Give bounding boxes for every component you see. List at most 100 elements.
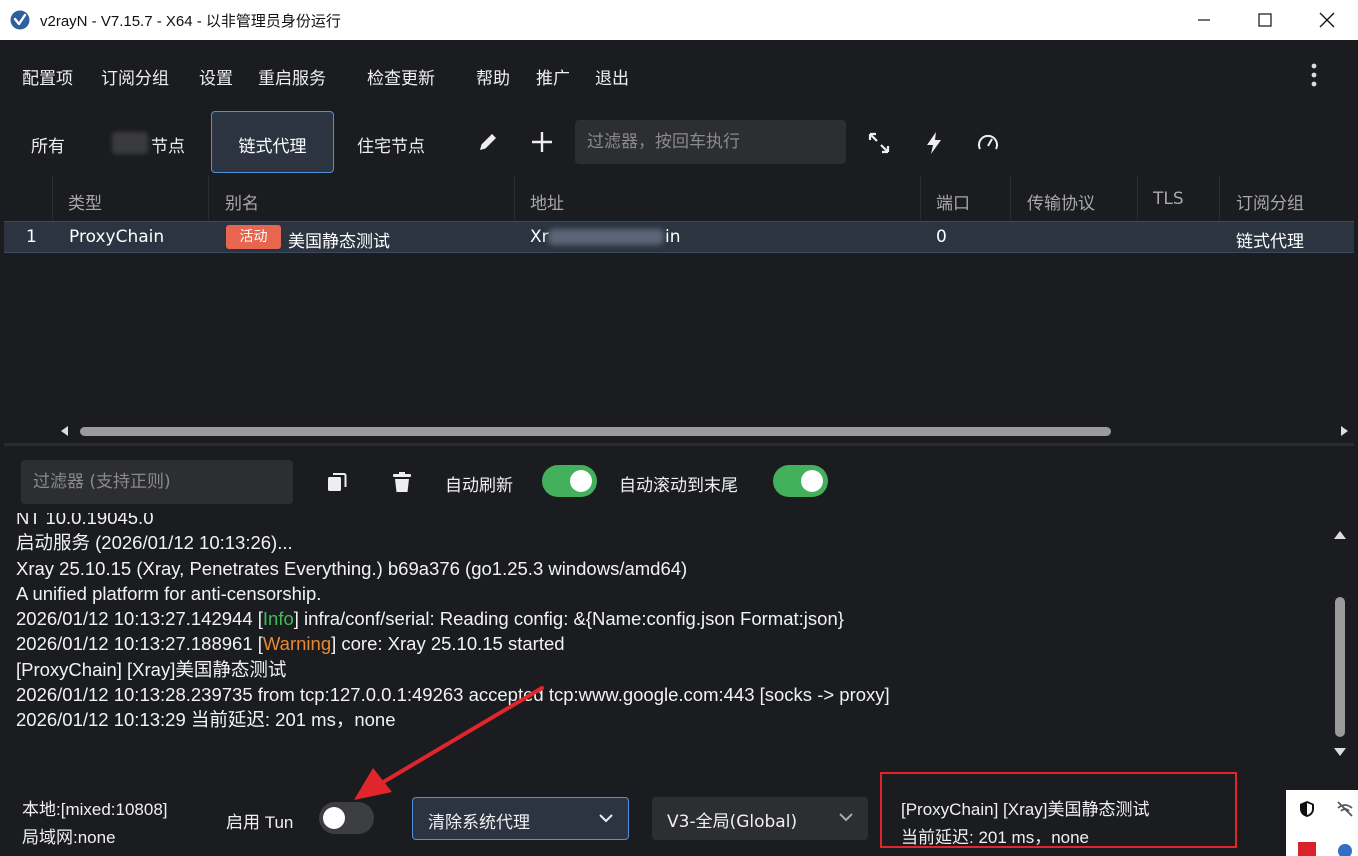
close-button[interactable]: [1296, 0, 1358, 40]
column-separator: [1137, 176, 1138, 220]
col-header-port[interactable]: 端口: [936, 189, 970, 214]
column-separator: [514, 176, 515, 220]
minimize-button[interactable]: [1173, 0, 1235, 40]
pencil-icon: [480, 134, 496, 150]
close-icon: [1319, 12, 1335, 28]
maximize-button[interactable]: [1234, 0, 1296, 40]
tun-label: 启用 Tun: [226, 813, 294, 832]
app-tray-icon[interactable]: [1298, 842, 1316, 856]
scroll-right-arrow-icon[interactable]: [1339, 426, 1349, 436]
add-group-button[interactable]: [528, 128, 556, 156]
log-text: 2026/01/12 10:13:27.188961 [: [16, 633, 263, 655]
current-server-status: [ProxyChain] [Xray]美国静态测试: [901, 800, 1150, 819]
collapse-button[interactable]: [864, 128, 894, 158]
scroll-left-arrow-icon[interactable]: [60, 426, 70, 436]
gauge-icon: [978, 134, 998, 150]
system-proxy-value: 清除系统代理: [428, 813, 530, 833]
menu-check-update[interactable]: 检查更新: [367, 64, 435, 89]
log-line: 2026/01/12 10:13:28.239735 from tcp:127.…: [16, 684, 890, 706]
edit-group-button[interactable]: [474, 128, 502, 156]
menu-help[interactable]: 帮助: [476, 64, 510, 89]
tab-chain-proxy-label: 链式代理: [238, 137, 307, 157]
system-proxy-select[interactable]: 清除系统代理: [412, 797, 629, 840]
log-line: A unified platform for anti-censorship.: [16, 582, 322, 604]
trash-icon: [393, 472, 411, 492]
network-disconnected-icon[interactable]: [1336, 800, 1354, 818]
copy-log-button[interactable]: [324, 469, 350, 495]
cell-port: 0: [936, 227, 947, 247]
log-text: ] core: Xray 25.10.15 started: [331, 633, 565, 655]
lan-status: 局域网:none: [22, 828, 116, 847]
col-header-address[interactable]: 地址: [530, 189, 564, 214]
v2rayn-tray-icon[interactable]: [1336, 842, 1354, 856]
scroll-up-arrow-icon[interactable]: [1334, 530, 1346, 540]
tab-chain-proxy[interactable]: 链式代理: [211, 111, 334, 173]
log-level-info: Info: [262, 608, 294, 630]
log-filter-input[interactable]: [21, 460, 293, 504]
log-line: 2026/01/12 10:13:27.188961 [Warning] cor…: [16, 631, 1326, 656]
log-line: 2026/01/12 10:13:27.142944 [Info] infra/…: [16, 606, 1326, 631]
cell-type: ProxyChain: [69, 227, 165, 247]
log-line: Xray 25.10.15 (Xray, Penetrates Everythi…: [16, 557, 688, 579]
toggle-knob: [801, 470, 823, 492]
chevron-down-icon: [839, 813, 853, 822]
col-header-alias[interactable]: 别名: [225, 189, 259, 214]
menu-subscription-groups[interactable]: 订阅分组: [101, 64, 169, 89]
tun-toggle[interactable]: [319, 802, 374, 834]
chevron-down-icon: [599, 814, 613, 823]
current-delay-status: 当前延迟: 201 ms，none: [901, 828, 1090, 847]
auto-scroll-label: 自动滚动到末尾: [619, 476, 738, 496]
cell-address-start: Xr: [530, 227, 549, 247]
log-level-warning: Warning: [262, 633, 332, 655]
menu-exit[interactable]: 退出: [595, 64, 629, 89]
tab-nodes[interactable]: 节点: [151, 132, 185, 157]
speedtest-button[interactable]: [920, 128, 948, 158]
log-line: 2026/01/12 10:13:29 当前延迟: 201 ms，none: [16, 709, 396, 731]
redacted-text: [112, 132, 148, 154]
menu-profiles[interactable]: 配置项: [22, 64, 73, 89]
vertical-scroll-thumb[interactable]: [1335, 597, 1345, 737]
col-header-transport[interactable]: 传输协议: [1027, 189, 1095, 214]
menu-promotion[interactable]: 推广: [536, 64, 570, 89]
v2rayn-logo-icon: [10, 10, 30, 30]
window-titlebar: v2rayN - V7.15.7 - X64 - 以非管理员身份运行: [0, 0, 1358, 40]
expand-arrows-icon: [868, 132, 890, 154]
tab-residential[interactable]: 住宅节点: [357, 132, 425, 157]
auto-refresh-toggle[interactable]: [542, 465, 597, 497]
log-line: 启动服务 (2026/01/12 10:13:26)...: [16, 532, 293, 554]
col-header-subscription-group[interactable]: 订阅分组: [1236, 189, 1304, 214]
log-line: [ProxyChain] [Xray]美国静态测试: [16, 658, 287, 680]
routing-mode-select[interactable]: V3-全局(Global): [652, 797, 868, 840]
system-tray: [1286, 790, 1358, 856]
clear-log-button[interactable]: [389, 469, 415, 495]
column-separator: [52, 176, 53, 220]
maximize-icon: [1258, 13, 1272, 27]
column-separator: [920, 176, 921, 220]
lightning-icon: [927, 132, 941, 154]
toggle-knob: [570, 470, 592, 492]
server-filter-input[interactable]: [575, 120, 846, 164]
cell-subscription-group: 链式代理: [1236, 232, 1304, 252]
horizontal-scroll-thumb[interactable]: [80, 427, 1111, 436]
shield-icon[interactable]: [1298, 800, 1316, 818]
local-port-status: 本地:[mixed:10808]: [22, 800, 168, 819]
column-separator: [1010, 176, 1011, 220]
col-header-type[interactable]: 类型: [68, 189, 102, 214]
column-separator: [1219, 176, 1220, 220]
menu-restart-service[interactable]: 重启服务: [258, 64, 326, 89]
log-output[interactable]: NT 10.0.19045.0 启动服务 (2026/01/12 10:13:2…: [16, 513, 1326, 763]
more-options-icon[interactable]: [1306, 60, 1322, 90]
scroll-down-arrow-icon[interactable]: [1334, 747, 1346, 757]
routing-mode-value: V3-全局(Global): [667, 812, 798, 832]
latency-test-button[interactable]: [973, 128, 1003, 158]
redacted-address: [548, 229, 664, 245]
server-table: [4, 176, 1354, 446]
cell-alias: 美国静态测试: [288, 232, 390, 252]
col-header-tls[interactable]: TLS: [1153, 189, 1184, 209]
row-index: 1: [26, 227, 37, 247]
pane-divider[interactable]: [4, 443, 1354, 446]
auto-scroll-toggle[interactable]: [773, 465, 828, 497]
log-line: NT 10.0.19045.0: [16, 513, 154, 528]
tab-all[interactable]: 所有: [31, 132, 65, 157]
menu-settings[interactable]: 设置: [199, 64, 233, 89]
